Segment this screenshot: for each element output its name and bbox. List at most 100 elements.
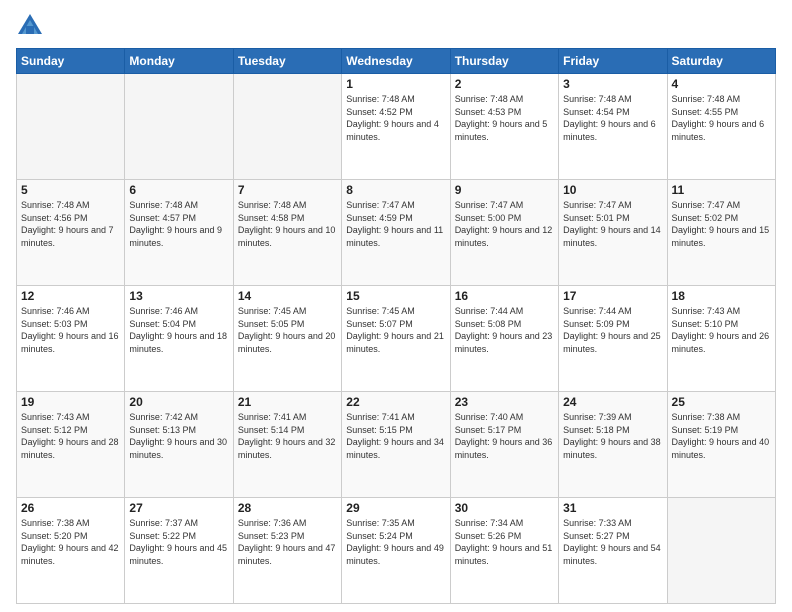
day-number: 22 — [346, 395, 445, 409]
day-cell: 31 Sunrise: 7:33 AM Sunset: 5:27 PM Dayli… — [559, 498, 667, 604]
day-info: Sunrise: 7:45 AM Sunset: 5:07 PM Dayligh… — [346, 305, 445, 355]
day-number: 14 — [238, 289, 337, 303]
day-info: Sunrise: 7:40 AM Sunset: 5:17 PM Dayligh… — [455, 411, 554, 461]
day-info: Sunrise: 7:45 AM Sunset: 5:05 PM Dayligh… — [238, 305, 337, 355]
day-info: Sunrise: 7:48 AM Sunset: 4:54 PM Dayligh… — [563, 93, 662, 143]
week-row-5: 26 Sunrise: 7:38 AM Sunset: 5:20 PM Dayli… — [17, 498, 776, 604]
day-number: 31 — [563, 501, 662, 515]
day-cell: 22Sunrise: 7:41 AM Sunset: 5:15 PM Dayli… — [342, 392, 450, 498]
week-row-4: 19 Sunrise: 7:43 AM Sunset: 5:12 PM Dayli… — [17, 392, 776, 498]
col-header-friday: Friday — [559, 49, 667, 74]
day-cell: 25 Sunrise: 7:38 AM Sunset: 5:19 PM Dayli… — [667, 392, 775, 498]
day-info: Sunrise: 7:41 AM Sunset: 5:14 PM Dayligh… — [238, 411, 337, 461]
day-number: 6 — [129, 183, 228, 197]
day-info: Sunrise: 7:47 AM Sunset: 5:00 PM Dayligh… — [455, 199, 554, 249]
day-info: Sunrise: 7:48 AM Sunset: 4:55 PM Dayligh… — [672, 93, 771, 143]
day-info: Sunrise: 7:39 AM Sunset: 5:18 PM Dayligh… — [563, 411, 662, 461]
day-info: Sunrise: 7:43 AM Sunset: 5:12 PM Dayligh… — [21, 411, 120, 461]
col-header-monday: Monday — [125, 49, 233, 74]
day-number: 13 — [129, 289, 228, 303]
day-number: 28 — [238, 501, 337, 515]
day-number: 18 — [672, 289, 771, 303]
day-cell: 27Sunrise: 7:37 AM Sunset: 5:22 PM Dayli… — [125, 498, 233, 604]
day-cell: 16 Sunrise: 7:44 AM Sunset: 5:08 PM Dayli… — [450, 286, 558, 392]
day-info: Sunrise: 7:44 AM Sunset: 5:09 PM Dayligh… — [563, 305, 662, 355]
day-number: 1 — [346, 77, 445, 91]
day-info: Sunrise: 7:48 AM Sunset: 4:58 PM Dayligh… — [238, 199, 337, 249]
day-cell: 11 Sunrise: 7:47 AM Sunset: 5:02 PM Dayli… — [667, 180, 775, 286]
day-info: Sunrise: 7:36 AM Sunset: 5:23 PM Dayligh… — [238, 517, 337, 567]
day-number: 29 — [346, 501, 445, 515]
day-number: 2 — [455, 77, 554, 91]
day-info: Sunrise: 7:43 AM Sunset: 5:10 PM Dayligh… — [672, 305, 771, 355]
day-number: 8 — [346, 183, 445, 197]
day-info: Sunrise: 7:48 AM Sunset: 4:57 PM Dayligh… — [129, 199, 228, 249]
day-number: 11 — [672, 183, 771, 197]
day-cell: 13Sunrise: 7:46 AM Sunset: 5:04 PM Dayli… — [125, 286, 233, 392]
day-number: 20 — [129, 395, 228, 409]
day-info: Sunrise: 7:47 AM Sunset: 4:59 PM Dayligh… — [346, 199, 445, 249]
logo — [16, 12, 48, 40]
logo-icon — [16, 12, 44, 40]
day-number: 12 — [21, 289, 120, 303]
day-info: Sunrise: 7:37 AM Sunset: 5:22 PM Dayligh… — [129, 517, 228, 567]
day-cell: 29Sunrise: 7:35 AM Sunset: 5:24 PM Dayli… — [342, 498, 450, 604]
day-number: 15 — [346, 289, 445, 303]
day-cell: 30 Sunrise: 7:34 AM Sunset: 5:26 PM Dayli… — [450, 498, 558, 604]
day-info: Sunrise: 7:44 AM Sunset: 5:08 PM Dayligh… — [455, 305, 554, 355]
day-cell: 28 Sunrise: 7:36 AM Sunset: 5:23 PM Dayli… — [233, 498, 341, 604]
week-row-2: 5 Sunrise: 7:48 AM Sunset: 4:56 PM Daylig… — [17, 180, 776, 286]
day-cell — [233, 74, 341, 180]
day-number: 26 — [21, 501, 120, 515]
page: SundayMondayTuesdayWednesdayThursdayFrid… — [0, 0, 792, 612]
day-cell: 19 Sunrise: 7:43 AM Sunset: 5:12 PM Dayli… — [17, 392, 125, 498]
day-cell: 9 Sunrise: 7:47 AM Sunset: 5:00 PM Daylig… — [450, 180, 558, 286]
day-number: 25 — [672, 395, 771, 409]
day-info: Sunrise: 7:47 AM Sunset: 5:01 PM Dayligh… — [563, 199, 662, 249]
day-cell: 17 Sunrise: 7:44 AM Sunset: 5:09 PM Dayli… — [559, 286, 667, 392]
day-cell — [125, 74, 233, 180]
day-cell — [17, 74, 125, 180]
day-number: 16 — [455, 289, 554, 303]
day-cell: 6 Sunrise: 7:48 AM Sunset: 4:57 PM Daylig… — [125, 180, 233, 286]
day-cell: 24 Sunrise: 7:39 AM Sunset: 5:18 PM Dayli… — [559, 392, 667, 498]
day-info: Sunrise: 7:34 AM Sunset: 5:26 PM Dayligh… — [455, 517, 554, 567]
day-cell: 26 Sunrise: 7:38 AM Sunset: 5:20 PM Dayli… — [17, 498, 125, 604]
day-cell: 2 Sunrise: 7:48 AM Sunset: 4:53 PM Daylig… — [450, 74, 558, 180]
day-info: Sunrise: 7:33 AM Sunset: 5:27 PM Dayligh… — [563, 517, 662, 567]
day-info: Sunrise: 7:42 AM Sunset: 5:13 PM Dayligh… — [129, 411, 228, 461]
day-info: Sunrise: 7:48 AM Sunset: 4:56 PM Dayligh… — [21, 199, 120, 249]
day-cell: 18 Sunrise: 7:43 AM Sunset: 5:10 PM Dayli… — [667, 286, 775, 392]
col-header-wednesday: Wednesday — [342, 49, 450, 74]
calendar-header-row: SundayMondayTuesdayWednesdayThursdayFrid… — [17, 49, 776, 74]
day-number: 5 — [21, 183, 120, 197]
day-cell: 3 Sunrise: 7:48 AM Sunset: 4:54 PM Daylig… — [559, 74, 667, 180]
day-number: 24 — [563, 395, 662, 409]
day-number: 30 — [455, 501, 554, 515]
day-cell: 20 Sunrise: 7:42 AM Sunset: 5:13 PM Dayli… — [125, 392, 233, 498]
col-header-sunday: Sunday — [17, 49, 125, 74]
day-info: Sunrise: 7:48 AM Sunset: 4:53 PM Dayligh… — [455, 93, 554, 143]
col-header-thursday: Thursday — [450, 49, 558, 74]
day-number: 7 — [238, 183, 337, 197]
col-header-tuesday: Tuesday — [233, 49, 341, 74]
header — [16, 12, 776, 40]
day-cell: 1 Sunrise: 7:48 AM Sunset: 4:52 PM Daylig… — [342, 74, 450, 180]
day-number: 10 — [563, 183, 662, 197]
day-info: Sunrise: 7:38 AM Sunset: 5:19 PM Dayligh… — [672, 411, 771, 461]
day-cell: 8 Sunrise: 7:47 AM Sunset: 4:59 PM Daylig… — [342, 180, 450, 286]
day-info: Sunrise: 7:38 AM Sunset: 5:20 PM Dayligh… — [21, 517, 120, 567]
day-number: 9 — [455, 183, 554, 197]
week-row-3: 12Sunrise: 7:46 AM Sunset: 5:03 PM Dayli… — [17, 286, 776, 392]
day-cell: 21 Sunrise: 7:41 AM Sunset: 5:14 PM Dayli… — [233, 392, 341, 498]
day-cell: 7 Sunrise: 7:48 AM Sunset: 4:58 PM Daylig… — [233, 180, 341, 286]
day-number: 3 — [563, 77, 662, 91]
day-info: Sunrise: 7:48 AM Sunset: 4:52 PM Dayligh… — [346, 93, 445, 143]
day-info: Sunrise: 7:47 AM Sunset: 5:02 PM Dayligh… — [672, 199, 771, 249]
day-cell: 10 Sunrise: 7:47 AM Sunset: 5:01 PM Dayli… — [559, 180, 667, 286]
col-header-saturday: Saturday — [667, 49, 775, 74]
day-number: 17 — [563, 289, 662, 303]
day-cell: 15 Sunrise: 7:45 AM Sunset: 5:07 PM Dayli… — [342, 286, 450, 392]
day-number: 21 — [238, 395, 337, 409]
day-number: 19 — [21, 395, 120, 409]
